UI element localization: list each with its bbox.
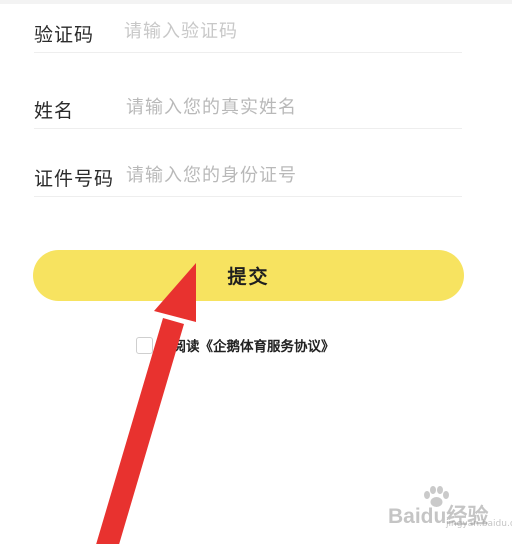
name-label: 姓名	[34, 100, 75, 122]
name-input[interactable]	[126, 90, 456, 124]
submit-label: 提交	[227, 267, 270, 288]
code-label: 验证码	[34, 24, 95, 46]
id-number-input[interactable]	[126, 158, 456, 192]
agree-checkbox[interactable]	[136, 336, 153, 354]
top-edge	[0, 0, 512, 4]
form-row-code: 验证码	[34, 12, 462, 53]
watermark-sub: jingyan.baidu.com	[446, 519, 512, 529]
watermark-logo: Baidu经验	[388, 505, 489, 528]
submit-button[interactable]: 提交	[33, 250, 464, 301]
form-row-id-number: 证件号码	[34, 156, 462, 197]
id-number-label: 证件号码	[34, 168, 115, 190]
agreement-link[interactable]: 《企鹅体育服务协议》	[200, 335, 335, 355]
agreement-text: 已阅读	[159, 339, 200, 355]
agreement: 已阅读 《企鹅体育服务协议》	[136, 334, 335, 356]
paw-icon	[424, 486, 449, 507]
code-input[interactable]	[124, 14, 454, 48]
form-row-name: 姓名	[34, 88, 462, 129]
watermark: Baidu经验 jingyan.baidu.com	[388, 486, 512, 538]
